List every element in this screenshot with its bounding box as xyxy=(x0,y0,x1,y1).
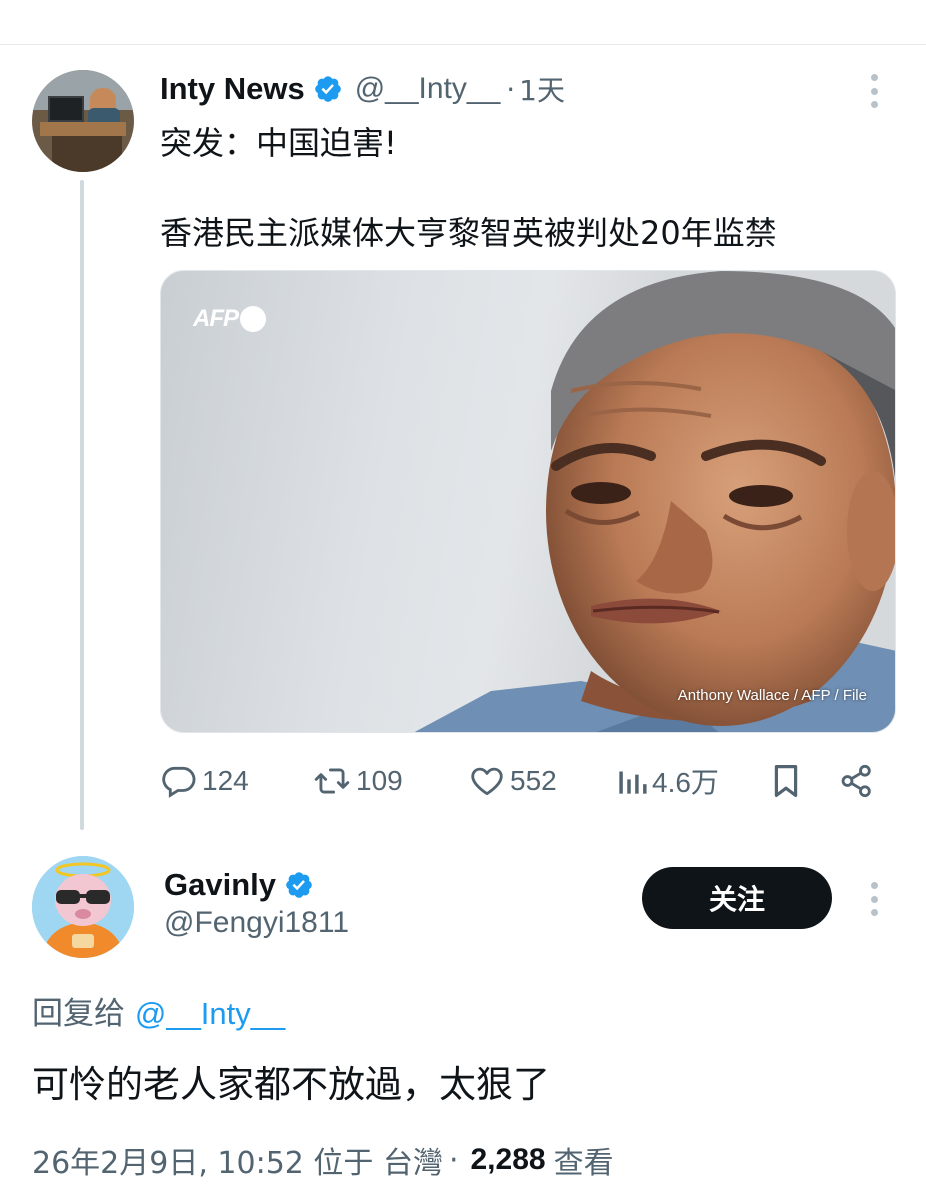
reply-timestamp[interactable]: 26年2月9日, 10:52 位于 台灣 xyxy=(32,1138,443,1182)
reply-text: 可怜的老人家都不放過，太狠了 xyxy=(32,1063,550,1106)
reply-author-row: Gavinly xyxy=(164,864,314,906)
author-handle[interactable]: @__Inty__ xyxy=(355,72,501,106)
afp-watermark: AFP xyxy=(193,305,266,333)
inty-news-avatar[interactable] xyxy=(32,70,134,172)
replying-to-line: 回复给 @__Inty__ xyxy=(32,988,285,1033)
heart-icon xyxy=(468,762,506,800)
reply-button[interactable]: 124 xyxy=(160,758,249,804)
photo-credit: Anthony Wallace / AFP / File xyxy=(677,687,867,704)
views-chart-icon xyxy=(616,762,648,800)
header-separator: · xyxy=(506,72,516,106)
thread-connector-line xyxy=(80,180,84,830)
reply-author-handle[interactable]: @Fengyi1811 xyxy=(164,906,349,940)
more-options-icon[interactable] xyxy=(866,882,882,916)
retweet-count: 109 xyxy=(356,765,403,796)
reply-view-label: 查看 xyxy=(553,1146,614,1181)
verified-badge-icon xyxy=(313,74,343,104)
parent-tweet-header: Inty News @__Inty__ · 1天 xyxy=(160,68,565,110)
retweet-button[interactable]: 109 xyxy=(312,758,403,804)
views-count: 4.6万 xyxy=(652,767,719,798)
tweet-actions-bar: 124 109 552 4.6万 xyxy=(160,758,884,804)
top-divider xyxy=(0,44,926,45)
follow-button[interactable]: 关注 xyxy=(642,867,832,929)
bookmark-icon xyxy=(770,761,802,801)
reply-icon xyxy=(160,762,198,800)
retweet-icon xyxy=(312,762,352,800)
bookmark-button[interactable] xyxy=(770,758,802,804)
like-count: 552 xyxy=(510,765,557,796)
author-name[interactable]: Inty News xyxy=(160,71,305,107)
reply-count: 124 xyxy=(202,765,249,796)
tweet-time[interactable]: 1天 xyxy=(519,69,565,109)
verified-badge-icon xyxy=(284,870,314,900)
tweet-photo[interactable]: AFP Anthony Wallace / AFP / File xyxy=(160,270,896,733)
portrait-illustration xyxy=(414,271,895,732)
gavinly-avatar[interactable] xyxy=(32,856,134,958)
replying-to-mention[interactable]: @__Inty__ xyxy=(135,996,285,1031)
views-button[interactable]: 4.6万 xyxy=(616,758,719,804)
replying-to-label: 回复给 xyxy=(32,996,125,1032)
more-options-icon[interactable] xyxy=(866,74,882,108)
tweet-text-line-1: 突发：中国迫害! xyxy=(160,124,397,162)
share-icon xyxy=(838,762,876,800)
like-button[interactable]: 552 xyxy=(468,758,557,804)
tweet-text-line-2: 香港民主派媒体大亨黎智英被判处20年监禁 xyxy=(160,214,777,252)
reply-meta-line: 26年2月9日, 10:52 位于 台灣 · 2,288 查看 xyxy=(32,1138,614,1182)
share-button[interactable] xyxy=(838,758,876,804)
meta-separator: · xyxy=(448,1142,459,1178)
reply-author-name[interactable]: Gavinly xyxy=(164,867,276,903)
reply-view-count: 2,288 xyxy=(470,1143,546,1176)
